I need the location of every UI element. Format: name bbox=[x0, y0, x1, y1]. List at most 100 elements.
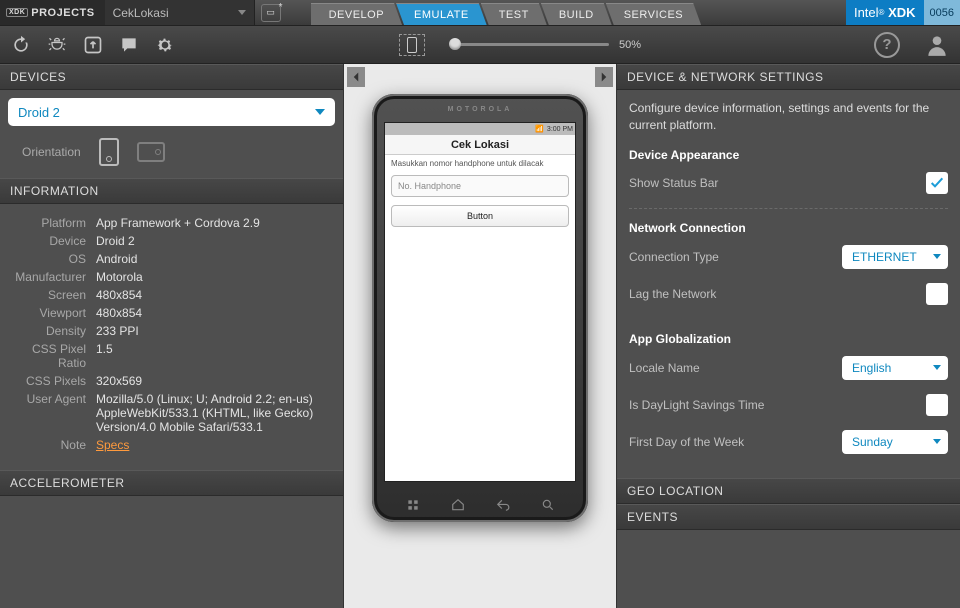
device-screen[interactable]: 📶 3:00 PM Cek Lokasi Masukkan nomor hand… bbox=[384, 122, 576, 482]
info-row: CSS Pixel Ratio1.5 bbox=[12, 340, 331, 372]
dst-label: Is DayLight Savings Time bbox=[629, 398, 764, 412]
info-label: Note bbox=[12, 438, 96, 452]
right-panel: DEVICE & NETWORK SETTINGS Configure devi… bbox=[616, 64, 960, 608]
app-title: Cek Lokasi bbox=[385, 135, 575, 155]
app-body: Masukkan nomor handphone untuk dilacak N… bbox=[385, 155, 575, 231]
lag-network-checkbox[interactable] bbox=[926, 283, 948, 305]
signal-icon: 📶 bbox=[535, 125, 544, 133]
network-connection-title: Network Connection bbox=[629, 221, 948, 235]
orientation-landscape[interactable] bbox=[137, 142, 165, 162]
help-icon[interactable]: ? bbox=[874, 32, 900, 58]
android-status-bar: 📶 3:00 PM bbox=[385, 123, 575, 135]
info-label: User Agent bbox=[12, 392, 96, 434]
info-label: Device bbox=[12, 234, 96, 248]
tab-test[interactable]: TEST bbox=[481, 3, 547, 25]
info-row: OSAndroid bbox=[12, 250, 331, 268]
app-globalization-title: App Globalization bbox=[629, 332, 948, 346]
info-row: DeviceDroid 2 bbox=[12, 232, 331, 250]
show-status-bar-label: Show Status Bar bbox=[629, 176, 718, 190]
lag-network-row: Lag the Network bbox=[629, 283, 948, 305]
device-brand-label: MOTOROLA bbox=[448, 106, 513, 113]
info-row: PlatformApp Framework + Cordova 2.9 bbox=[12, 214, 331, 232]
info-value: App Framework + Cordova 2.9 bbox=[96, 216, 331, 230]
locale-select[interactable]: English bbox=[842, 356, 948, 380]
main-tabs: DEVELOP EMULATE TEST BUILD SERVICES bbox=[311, 0, 702, 25]
specs-link[interactable]: Specs bbox=[96, 438, 129, 452]
save-project-icon[interactable]: ▭ bbox=[261, 4, 281, 22]
locale-label: Locale Name bbox=[629, 361, 700, 375]
first-day-row: First Day of the Week Sunday bbox=[629, 430, 948, 454]
status-time: 3:00 PM bbox=[547, 126, 573, 133]
home-button-icon[interactable] bbox=[446, 496, 470, 514]
app-submit-button[interactable]: Button bbox=[391, 205, 569, 227]
geo-location-header: GEO LOCATION bbox=[617, 478, 960, 504]
info-label: Density bbox=[12, 324, 96, 338]
info-value: 480x854 bbox=[96, 306, 331, 320]
accelerometer-header: ACCELEROMETER bbox=[0, 470, 343, 496]
projects-label: XDKPROJECTS bbox=[0, 0, 105, 25]
info-label: Manufacturer bbox=[12, 270, 96, 284]
info-body: PlatformApp Framework + Cordova 2.9Devic… bbox=[0, 204, 343, 464]
main-area: DEVICES Droid 2 Orientation INFORMATION … bbox=[0, 64, 960, 608]
settings-description: Configure device information, settings a… bbox=[629, 100, 948, 134]
bug-icon[interactable] bbox=[46, 34, 68, 56]
info-row: ManufacturerMotorola bbox=[12, 268, 331, 286]
refresh-icon[interactable] bbox=[10, 34, 32, 56]
info-row: User AgentMozilla/5.0 (Linux; U; Android… bbox=[12, 390, 331, 436]
first-day-label: First Day of the Week bbox=[629, 435, 744, 449]
user-icon[interactable] bbox=[924, 32, 950, 58]
orientation-label: Orientation bbox=[22, 145, 81, 159]
hardware-buttons bbox=[372, 496, 588, 514]
lag-network-label: Lag the Network bbox=[629, 287, 716, 301]
dst-row: Is DayLight Savings Time bbox=[629, 394, 948, 416]
rotate-device-icon[interactable] bbox=[399, 34, 425, 56]
devices-header: DEVICES bbox=[0, 64, 343, 90]
info-label: Viewport bbox=[12, 306, 96, 320]
zoom-slider[interactable] bbox=[449, 43, 609, 46]
tab-develop[interactable]: DEVELOP bbox=[311, 3, 402, 25]
chat-icon[interactable] bbox=[118, 34, 140, 56]
info-value: Mozilla/5.0 (Linux; U; Android 2.2; en-u… bbox=[96, 392, 331, 434]
device-select[interactable]: Droid 2 bbox=[8, 98, 335, 126]
locale-row: Locale Name English bbox=[629, 356, 948, 380]
info-row: Screen480x854 bbox=[12, 286, 331, 304]
info-label: Platform bbox=[12, 216, 96, 230]
back-button-icon[interactable] bbox=[491, 496, 515, 514]
info-row: Viewport480x854 bbox=[12, 304, 331, 322]
orientation-portrait[interactable] bbox=[99, 138, 119, 166]
info-value: 233 PPI bbox=[96, 324, 331, 338]
upload-icon[interactable] bbox=[82, 34, 104, 56]
zoom-slider-wrap: 50% bbox=[449, 39, 641, 51]
brand-label: Intel® XDK bbox=[846, 0, 924, 25]
gear-icon[interactable] bbox=[154, 34, 176, 56]
dst-checkbox[interactable] bbox=[926, 394, 948, 416]
show-status-bar-checkbox[interactable] bbox=[926, 172, 948, 194]
show-status-bar-row: Show Status Bar bbox=[629, 172, 948, 194]
device-frame: MOTOROLA 📶 3:00 PM Cek Lokasi Masukkan n… bbox=[372, 94, 588, 522]
info-row: NoteSpecs bbox=[12, 436, 331, 454]
connection-type-select[interactable]: ETHERNET bbox=[842, 245, 948, 269]
info-row: CSS Pixels320x569 bbox=[12, 372, 331, 390]
connection-type-row: Connection Type ETHERNET bbox=[629, 245, 948, 269]
search-button-icon[interactable] bbox=[536, 496, 560, 514]
information-header: INFORMATION bbox=[0, 178, 343, 204]
phone-number-input[interactable]: No. Handphone bbox=[391, 175, 569, 197]
info-value: Droid 2 bbox=[96, 234, 331, 248]
events-header: EVENTS bbox=[617, 504, 960, 530]
emulate-toolbar: 50% ? bbox=[0, 26, 960, 64]
project-dropdown[interactable]: CekLokasi bbox=[105, 0, 255, 25]
right-body: Configure device information, settings a… bbox=[617, 90, 960, 478]
info-value: Motorola bbox=[96, 270, 331, 284]
tab-emulate[interactable]: EMULATE bbox=[396, 3, 487, 25]
collapse-right-icon[interactable] bbox=[595, 67, 613, 87]
first-day-select[interactable]: Sunday bbox=[842, 430, 948, 454]
collapse-left-icon[interactable] bbox=[347, 67, 365, 87]
tab-build[interactable]: BUILD bbox=[541, 3, 612, 25]
menu-button-icon[interactable] bbox=[401, 496, 425, 514]
left-panel: DEVICES Droid 2 Orientation INFORMATION … bbox=[0, 64, 344, 608]
info-value: 1.5 bbox=[96, 342, 331, 370]
topbar: XDKPROJECTS CekLokasi ▭ DEVELOP EMULATE … bbox=[0, 0, 960, 26]
device-appearance-title: Device Appearance bbox=[629, 148, 948, 162]
info-label: Screen bbox=[12, 288, 96, 302]
tab-services[interactable]: SERVICES bbox=[606, 3, 701, 25]
